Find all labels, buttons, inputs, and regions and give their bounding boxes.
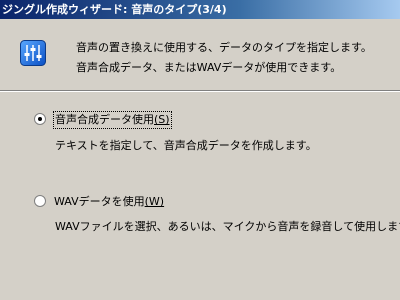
- radio-label-speech-synthesis[interactable]: 音声合成データ使用(S): [53, 111, 172, 129]
- radio-unselected-icon[interactable]: [34, 195, 46, 207]
- mixer-sliders-icon: [20, 40, 46, 66]
- radio-label-wav[interactable]: WAVデータを使用(W): [54, 194, 164, 210]
- wizard-header: 音声の置き換えに使用する、データのタイプを指定します。 音声合成データ、またはW…: [0, 19, 400, 89]
- wizard-window: ジングル作成ウィザード: 音声のタイプ(3/4) 音声の置き換えに使用する、デー…: [0, 0, 400, 300]
- title-bar[interactable]: ジングル作成ウィザード: 音声のタイプ(3/4): [0, 0, 400, 19]
- header-line-2: 音声合成データ、またはWAVデータが使用できます。: [76, 61, 342, 74]
- header-description: 音声の置き換えに使用する、データのタイプを指定します。 音声合成データ、またはW…: [76, 38, 372, 78]
- header-divider: [0, 90, 400, 92]
- option-description-wav: WAVファイルを選択、あるいは、マイクから音声を録音して使用します。: [55, 220, 400, 233]
- header-line-1: 音声の置き換えに使用する、データのタイプを指定します。: [76, 41, 372, 54]
- window-title: ジングル作成ウィザード: 音声のタイプ(3/4): [2, 3, 227, 16]
- option-description-speech-synthesis: テキストを指定して、音声合成データを作成します。: [55, 139, 317, 152]
- radio-selected-icon[interactable]: [34, 113, 46, 125]
